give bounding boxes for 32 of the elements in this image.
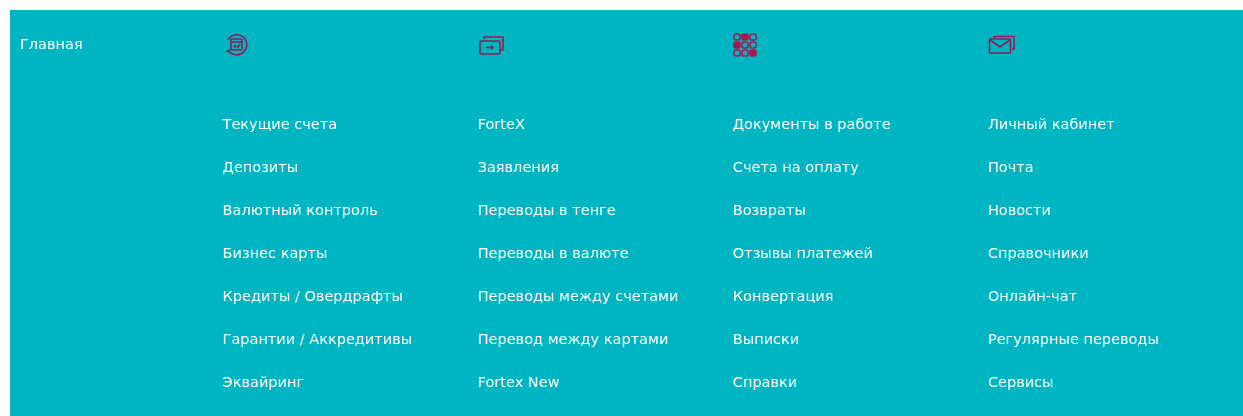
menu-link[interactable]: Бизнес карты [222,244,328,262]
menu-link[interactable]: Сервисы [987,373,1054,391]
menu-link[interactable]: Переводы между счетами [477,287,679,305]
menu-link[interactable]: Счета на оплату [732,158,859,176]
menu-link[interactable]: Регулярные переводы [987,330,1159,348]
home-link[interactable]: Главная [20,35,83,53]
cards-icon [477,34,506,56]
menu-link[interactable]: Справочники [987,244,1089,262]
menu-link[interactable]: Заявления [477,158,559,176]
menu-link[interactable]: Гарантии / Аккредитивы [222,330,413,348]
menu-link[interactable]: Возвраты [732,201,806,219]
menu-link[interactable]: Отзывы платежей [732,244,873,262]
menu-link[interactable]: Документы в работе [732,115,891,133]
menu-link[interactable]: Переводы в валюте [477,244,629,262]
menu-link[interactable]: Кредиты / Овердрафты [222,287,403,305]
menu-link[interactable]: Личный кабинет [987,115,1115,133]
menu-link[interactable]: Конвертация [732,287,834,305]
menu-link[interactable]: Почта [987,158,1034,176]
menu-link[interactable]: Текущие счета [222,115,338,133]
menu-link[interactable]: Онлайн-чат [987,287,1077,305]
menu-link[interactable]: Выписки [732,330,800,348]
menu-link[interactable]: Переводы в тенге [477,201,616,219]
menu-link[interactable]: Новости [987,201,1051,219]
menu-link[interactable]: Валютный контроль [222,201,378,219]
menu-link[interactable]: Перевод между картами [477,330,669,348]
menu-link[interactable]: Справки [732,373,798,391]
menu-link[interactable]: Эквайринг [222,373,305,391]
mail-icon [987,35,1016,55]
menu-link[interactable]: ForteX [477,115,525,133]
menu-link[interactable]: Депозиты [222,158,299,176]
menu-link[interactable]: Fortex New [477,373,560,391]
grid-icon [732,33,757,57]
